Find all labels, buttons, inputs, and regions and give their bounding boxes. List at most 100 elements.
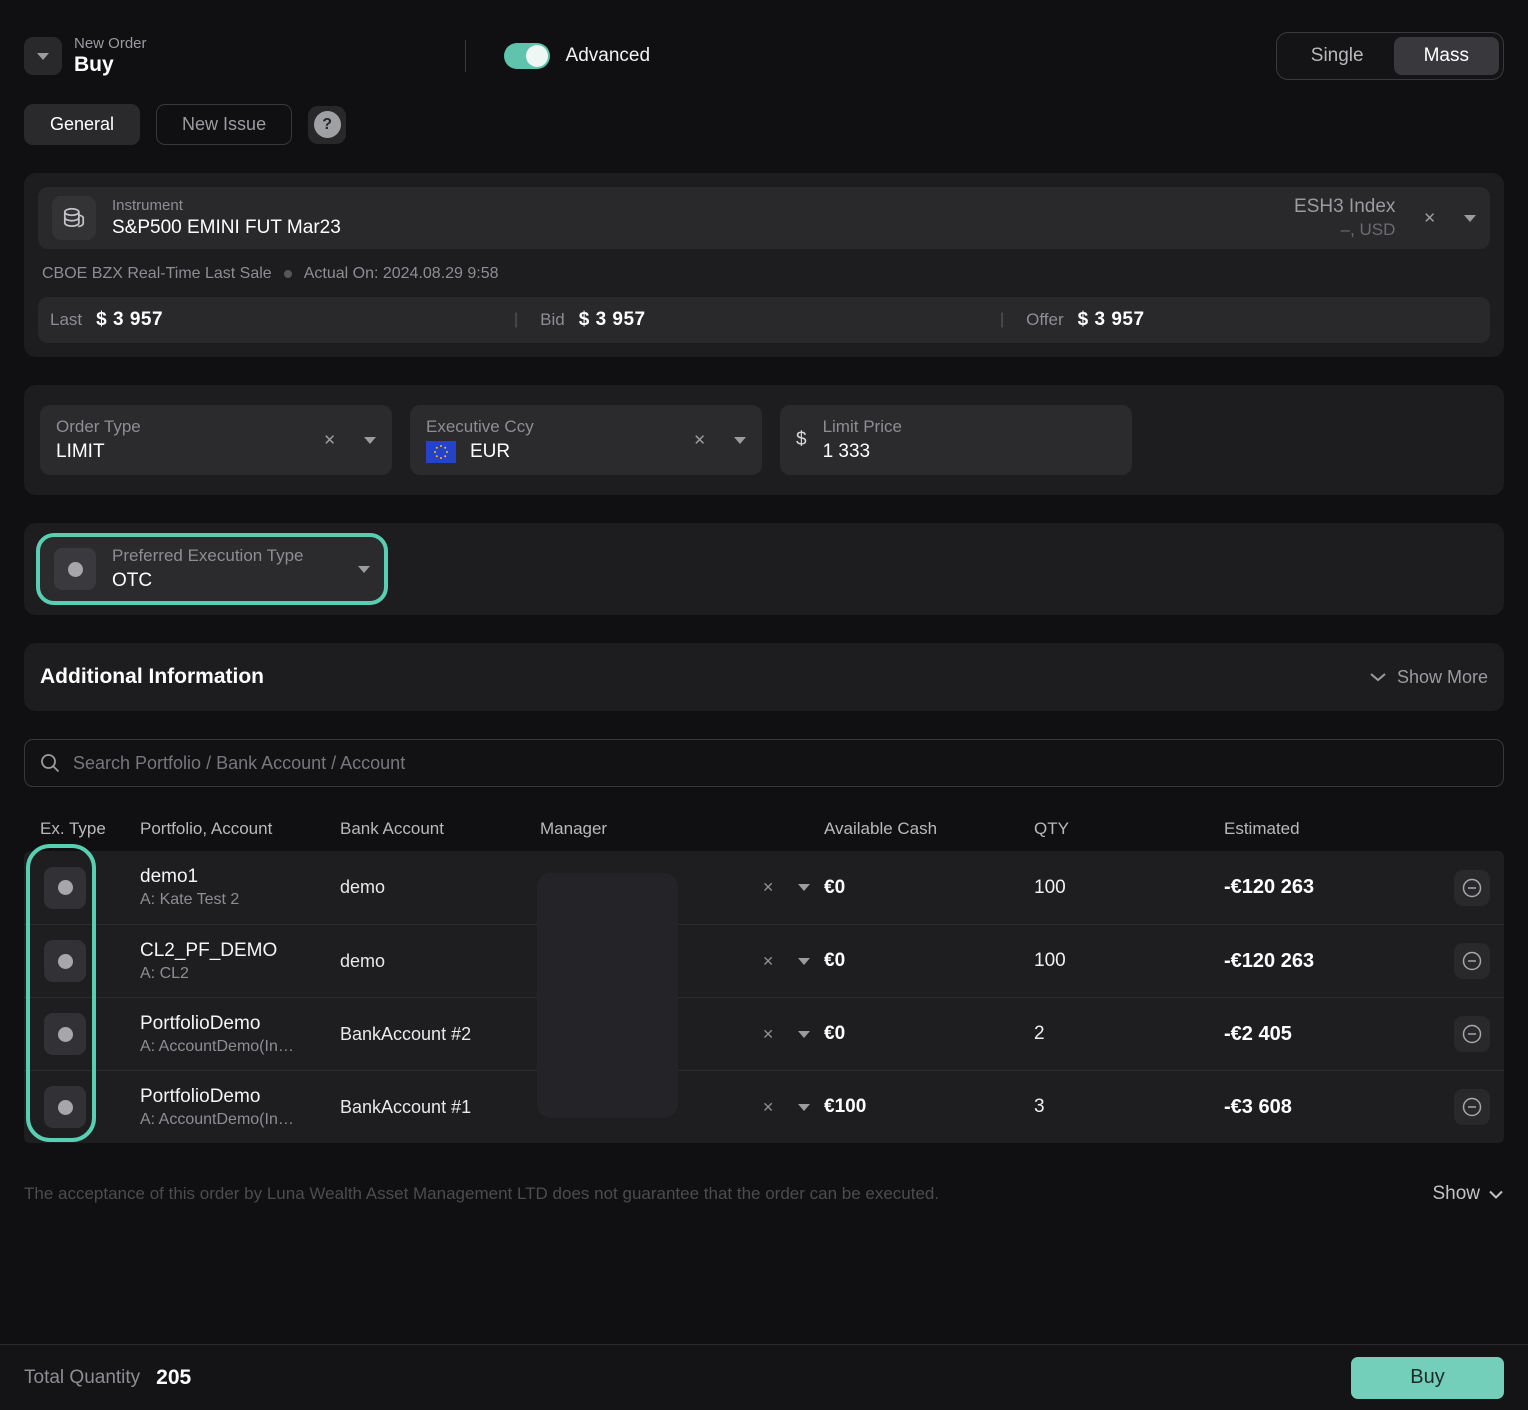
- remove-row-button[interactable]: [1454, 1089, 1490, 1125]
- manager-dropdown[interactable]: ✕: [540, 1099, 824, 1116]
- executive-ccy-value-row: EUR: [426, 441, 665, 463]
- eu-flag-icon: [426, 441, 456, 463]
- total-quantity-value: 205: [156, 1366, 191, 1390]
- bank-account: BankAccount #2: [340, 1024, 540, 1045]
- show-toggle[interactable]: Show: [1432, 1183, 1504, 1205]
- dot-icon: [68, 562, 83, 577]
- quote-label: Last: [50, 310, 82, 330]
- additional-info-title: Additional Information: [40, 665, 264, 689]
- remove-row-button[interactable]: [1454, 1016, 1490, 1052]
- disclaimer-row: The acceptance of this order by Luna Wea…: [24, 1183, 1504, 1205]
- remove-row-button[interactable]: [1454, 870, 1490, 906]
- table-body: demo1 A: Kate Test 2 demo ✕ €0 100 -€120…: [24, 851, 1504, 1143]
- quote-divider: |: [1000, 311, 1004, 329]
- quote-value: $ 3 957: [579, 309, 646, 331]
- clear-ccy-icon[interactable]: ✕: [693, 431, 706, 449]
- minus-circle-icon: [1461, 1096, 1483, 1118]
- account-name: A: AccountDemo(In…: [140, 1038, 340, 1056]
- limit-price-field[interactable]: $ Limit Price 1 333: [780, 405, 1132, 475]
- clear-instrument-icon[interactable]: ✕: [1423, 209, 1436, 227]
- mode-mass-button[interactable]: Mass: [1394, 37, 1499, 75]
- preferred-execution-label: Preferred Execution Type: [112, 546, 358, 566]
- executive-ccy-field[interactable]: Executive Ccy: [410, 405, 762, 475]
- ex-type-button[interactable]: [44, 940, 86, 982]
- remove-row-button[interactable]: [1454, 943, 1490, 979]
- advanced-label: Advanced: [566, 45, 651, 67]
- instrument-field[interactable]: Instrument S&P500 EMINI FUT Mar23 ESH3 I…: [38, 187, 1490, 249]
- ex-type-button[interactable]: [44, 867, 86, 909]
- clear-manager-icon[interactable]: ✕: [762, 1026, 774, 1043]
- quote-status-row: CBOE BZX Real-Time Last Sale Actual On: …: [42, 265, 1486, 283]
- preferred-execution-value: OTC: [112, 570, 358, 592]
- manager-dropdown[interactable]: ✕: [540, 1026, 824, 1043]
- dot-icon: [58, 1027, 73, 1042]
- order-fields-row: Order Type LIMIT ✕ Executive Ccy: [38, 399, 1490, 481]
- tabs-row: General New Issue ?: [24, 104, 1504, 145]
- ex-type-button[interactable]: [44, 1013, 86, 1055]
- bottom-bar: Total Quantity 205 Buy: [0, 1344, 1528, 1410]
- available-cash: €100: [824, 1096, 1034, 1118]
- order-title-block: New Order Buy: [74, 35, 147, 77]
- qty-value[interactable]: 100: [1034, 950, 1224, 972]
- chevron-down-icon[interactable]: [734, 437, 746, 444]
- order-params-panel: Order Type LIMIT ✕ Executive Ccy: [24, 385, 1504, 495]
- qty-value[interactable]: 2: [1034, 1023, 1224, 1045]
- preferred-execution-field[interactable]: Preferred Execution Type OTC: [36, 533, 388, 605]
- chevron-down-icon[interactable]: [798, 884, 810, 891]
- bank-account: demo: [340, 877, 540, 898]
- actual-on-timestamp: Actual On: 2024.08.29 9:58: [304, 265, 499, 283]
- dot-icon: [58, 1100, 73, 1115]
- col-header-ex-type: Ex. Type: [40, 819, 140, 839]
- quote-divider: |: [514, 311, 518, 329]
- tab-new-issue[interactable]: New Issue: [156, 104, 292, 145]
- feed-source: CBOE BZX Real-Time Last Sale: [42, 265, 272, 283]
- chevron-down-icon[interactable]: [364, 437, 376, 444]
- account-name: A: CL2: [140, 965, 340, 983]
- qty-value[interactable]: 100: [1034, 877, 1224, 899]
- table-row: PortfolioDemo A: AccountDemo(In… BankAcc…: [24, 997, 1504, 1070]
- chevron-down-icon[interactable]: [1464, 215, 1476, 222]
- search-bar: [24, 739, 1504, 787]
- account-name: A: Kate Test 2: [140, 891, 340, 909]
- clear-order-type-icon[interactable]: ✕: [323, 431, 336, 449]
- mode-single-button[interactable]: Single: [1281, 37, 1394, 75]
- table-row: demo1 A: Kate Test 2 demo ✕ €0 100 -€120…: [24, 851, 1504, 924]
- buy-button[interactable]: Buy: [1351, 1357, 1504, 1399]
- bank-account: BankAccount #1: [340, 1097, 540, 1118]
- limit-price-label: Limit Price: [823, 417, 1116, 437]
- question-icon: ?: [314, 111, 341, 138]
- show-more-toggle[interactable]: Show More: [1369, 667, 1488, 688]
- table-header: Ex. Type Portfolio, Account Bank Account…: [24, 809, 1504, 851]
- col-header-portfolio-account: Portfolio, Account: [140, 819, 340, 839]
- qty-value[interactable]: 3: [1034, 1096, 1224, 1118]
- chevron-down-icon[interactable]: [798, 958, 810, 965]
- quote-offer: | Offer $ 3 957: [1000, 309, 1490, 331]
- ticker-subtext: –, USD: [1294, 220, 1395, 240]
- instrument-name: S&P500 EMINI FUT Mar23: [112, 217, 341, 239]
- tab-general[interactable]: General: [24, 104, 140, 145]
- advanced-toggle[interactable]: [504, 43, 550, 69]
- help-button[interactable]: ?: [308, 106, 346, 144]
- quote-bid: | Bid $ 3 957: [514, 309, 1000, 331]
- account-name: A: AccountDemo(In…: [140, 1111, 340, 1129]
- ex-type-button[interactable]: [44, 1086, 86, 1128]
- manager-dropdown[interactable]: ✕: [540, 879, 824, 896]
- preferred-execution-panel: Preferred Execution Type OTC: [24, 523, 1504, 615]
- order-type-field[interactable]: Order Type LIMIT ✕: [40, 405, 392, 475]
- instrument-texts: Instrument S&P500 EMINI FUT Mar23: [112, 197, 341, 239]
- portfolio-name: demo1: [140, 866, 340, 888]
- clear-manager-icon[interactable]: ✕: [762, 1099, 774, 1116]
- clear-manager-icon[interactable]: ✕: [762, 953, 774, 970]
- manager-dropdown[interactable]: ✕: [540, 953, 824, 970]
- chevron-down-icon[interactable]: [798, 1031, 810, 1038]
- order-side-dropdown-button[interactable]: [24, 37, 62, 75]
- search-input[interactable]: [73, 753, 1489, 774]
- quote-label: Offer: [1026, 310, 1063, 330]
- instrument-right: ESH3 Index –, USD ✕: [1294, 196, 1476, 240]
- chevron-down-icon[interactable]: [358, 566, 370, 573]
- chevron-down-icon[interactable]: [798, 1104, 810, 1111]
- show-more-label: Show More: [1397, 667, 1488, 688]
- order-type-label: Order Type: [56, 417, 295, 437]
- chevron-down-icon: [37, 53, 49, 60]
- clear-manager-icon[interactable]: ✕: [762, 879, 774, 896]
